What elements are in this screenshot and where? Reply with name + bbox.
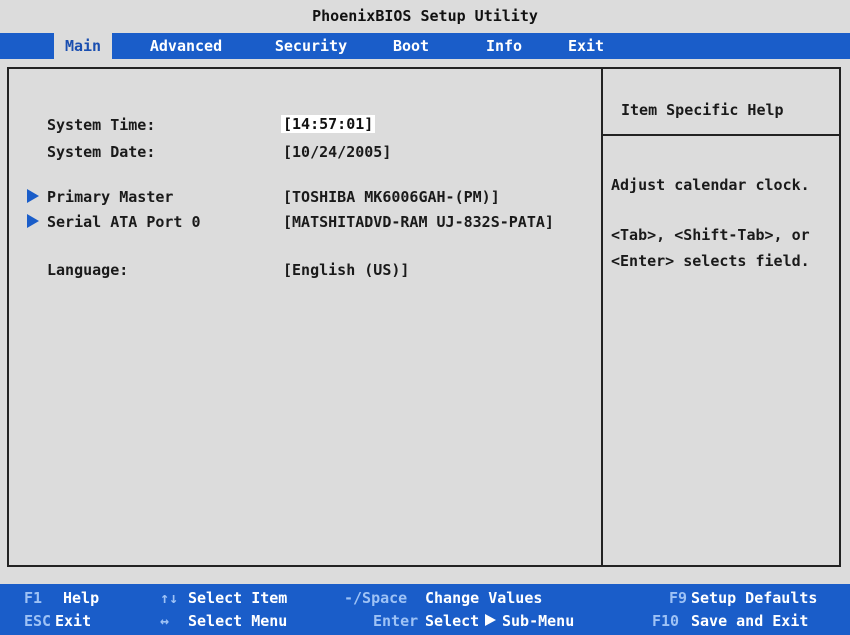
system-time-field[interactable]: [14:57:01] [281,115,376,133]
leftright-desc: Select Menu [188,612,288,630]
primary-master-label[interactable]: Primary Master [47,188,173,206]
serial-ata-port-value: [MATSHITADVD-RAM UJ-832S-PATA] [283,213,554,231]
f9-key: F9 [669,589,688,607]
help-text-line: <Tab>, <Shift-Tab>, or [611,226,810,244]
language-field[interactable]: [English (US)] [283,261,409,279]
system-date-field[interactable]: [10/24/2005] [283,143,391,161]
space-desc: Change Values [425,589,543,607]
f1-key: F1 [24,589,43,607]
menu-bar: Main Advanced Security Boot Info Exit [0,33,850,59]
space-key: -/Space [344,589,408,607]
help-text-line: Adjust calendar clock. [611,176,810,194]
left-right-arrows-icon: ↔ [160,612,170,630]
window-title: PhoenixBIOS Setup Utility [0,0,850,33]
submenu-triangle-icon [484,612,497,630]
esc-desc: Exit [55,612,92,630]
enter-desc-submenu: Sub-Menu [502,612,575,630]
tab-main[interactable]: Main [54,33,112,59]
submenu-arrow-icon [27,189,39,203]
tab-advanced[interactable]: Advanced [136,33,236,59]
language-label: Language: [47,261,129,279]
up-down-arrows-icon: ↑↓ [160,589,179,607]
f9-desc: Setup Defaults [691,589,818,607]
tab-info[interactable]: Info [474,33,534,59]
help-title: Item Specific Help [621,101,784,119]
f10-desc: Save and Exit [691,612,809,630]
system-date-label: System Date: [47,143,156,161]
help-header-divider [603,134,839,136]
help-divider [601,67,603,567]
status-bar: F1 Help ↑↓ Select Item -/Space Change Va… [0,584,850,635]
enter-desc: Select [425,612,480,630]
tab-exit[interactable]: Exit [556,33,616,59]
main-panel-frame [7,67,841,567]
primary-master-value: [TOSHIBA MK6006GAH-(PM)] [283,188,500,206]
f10-key: F10 [652,612,680,630]
tab-security[interactable]: Security [261,33,361,59]
tab-boot[interactable]: Boot [381,33,441,59]
f1-desc: Help [63,589,100,607]
updown-desc: Select Item [188,589,288,607]
help-text-line: <Enter> selects field. [611,252,810,270]
enter-key: Enter [373,612,419,630]
system-time-label: System Time: [47,116,156,134]
submenu-arrow-icon [27,214,39,228]
esc-key: ESC [24,612,52,630]
serial-ata-port-label[interactable]: Serial ATA Port 0 [47,213,201,231]
